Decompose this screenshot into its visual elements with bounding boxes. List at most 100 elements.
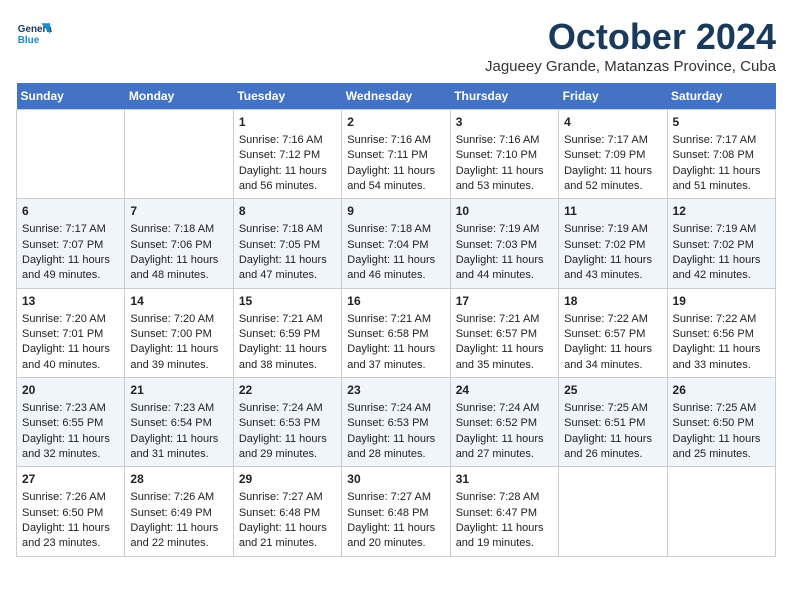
sunset-text: Sunset: 7:03 PM	[456, 238, 553, 253]
daylight-text: Daylight: 11 hours and 32 minutes.	[22, 432, 119, 463]
calendar-cell	[17, 110, 125, 199]
calendar-cell: 9Sunrise: 7:18 AMSunset: 7:04 PMDaylight…	[342, 199, 450, 288]
sunset-text: Sunset: 6:48 PM	[239, 506, 336, 521]
col-header-tuesday: Tuesday	[233, 83, 341, 110]
week-row-3: 13Sunrise: 7:20 AMSunset: 7:01 PMDayligh…	[17, 288, 776, 377]
daylight-text: Daylight: 11 hours and 47 minutes.	[239, 253, 336, 284]
sunrise-text: Sunrise: 7:17 AM	[564, 133, 661, 148]
calendar-cell: 27Sunrise: 7:26 AMSunset: 6:50 PMDayligh…	[17, 467, 125, 556]
sunrise-text: Sunrise: 7:28 AM	[456, 490, 553, 505]
sunrise-text: Sunrise: 7:22 AM	[673, 312, 770, 327]
sunset-text: Sunset: 7:05 PM	[239, 238, 336, 253]
col-header-monday: Monday	[125, 83, 233, 110]
sunset-text: Sunset: 6:51 PM	[564, 416, 661, 431]
calendar-cell: 21Sunrise: 7:23 AMSunset: 6:54 PMDayligh…	[125, 378, 233, 467]
daylight-text: Daylight: 11 hours and 43 minutes.	[564, 253, 661, 284]
daylight-text: Daylight: 11 hours and 38 minutes.	[239, 342, 336, 373]
day-number: 2	[347, 114, 444, 131]
day-number: 29	[239, 471, 336, 488]
daylight-text: Daylight: 11 hours and 19 minutes.	[456, 521, 553, 552]
month-title: October 2024	[485, 16, 776, 58]
sunset-text: Sunset: 6:48 PM	[347, 506, 444, 521]
day-number: 8	[239, 203, 336, 220]
day-number: 30	[347, 471, 444, 488]
sunset-text: Sunset: 6:50 PM	[22, 506, 119, 521]
daylight-text: Daylight: 11 hours and 25 minutes.	[673, 432, 770, 463]
calendar-cell	[559, 467, 667, 556]
page-header: General Blue October 2024 Jagueey Grande…	[16, 16, 776, 75]
calendar-cell: 16Sunrise: 7:21 AMSunset: 6:58 PMDayligh…	[342, 288, 450, 377]
day-number: 13	[22, 293, 119, 310]
sunrise-text: Sunrise: 7:27 AM	[239, 490, 336, 505]
calendar-cell	[667, 467, 775, 556]
logo: General Blue	[16, 16, 52, 52]
sunset-text: Sunset: 7:01 PM	[22, 327, 119, 342]
calendar-cell: 29 Sunrise: 7:27 AMSunset: 6:48 PMDayligh…	[233, 467, 341, 556]
day-number: 23	[347, 382, 444, 399]
daylight-text: Daylight: 11 hours and 28 minutes.	[347, 432, 444, 463]
day-number: 31	[456, 471, 553, 488]
sunset-text: Sunset: 6:57 PM	[456, 327, 553, 342]
daylight-text: Daylight: 11 hours and 21 minutes.	[239, 521, 336, 552]
sunset-text: Sunset: 6:49 PM	[130, 506, 227, 521]
daylight-text: Daylight: 11 hours and 40 minutes.	[22, 342, 119, 373]
week-row-1: 1Sunrise: 7:16 AMSunset: 7:12 PMDaylight…	[17, 110, 776, 199]
sunset-text: Sunset: 7:04 PM	[347, 238, 444, 253]
calendar-cell: 23Sunrise: 7:24 AMSunset: 6:53 PMDayligh…	[342, 378, 450, 467]
day-number: 19	[673, 293, 770, 310]
sunrise-text: Sunrise: 7:27 AM	[347, 490, 444, 505]
sunrise-text: Sunrise: 7:26 AM	[130, 490, 227, 505]
day-number: 16	[347, 293, 444, 310]
day-number: 17	[456, 293, 553, 310]
calendar-cell: 6Sunrise: 7:17 AMSunset: 7:07 PMDaylight…	[17, 199, 125, 288]
calendar-cell: 10Sunrise: 7:19 AMSunset: 7:03 PMDayligh…	[450, 199, 558, 288]
daylight-text: Daylight: 11 hours and 42 minutes.	[673, 253, 770, 284]
day-number: 12	[673, 203, 770, 220]
calendar-cell: 14Sunrise: 7:20 AMSunset: 7:00 PMDayligh…	[125, 288, 233, 377]
calendar-cell: 3Sunrise: 7:16 AMSunset: 7:10 PMDaylight…	[450, 110, 558, 199]
sunset-text: Sunset: 7:10 PM	[456, 148, 553, 163]
calendar-cell: 7Sunrise: 7:18 AMSunset: 7:06 PMDaylight…	[125, 199, 233, 288]
daylight-text: Daylight: 11 hours and 53 minutes.	[456, 164, 553, 195]
sunrise-text: Sunrise: 7:20 AM	[22, 312, 119, 327]
daylight-text: Daylight: 11 hours and 31 minutes.	[130, 432, 227, 463]
sunrise-text: Sunrise: 7:19 AM	[564, 222, 661, 237]
col-header-wednesday: Wednesday	[342, 83, 450, 110]
sunset-text: Sunset: 6:55 PM	[22, 416, 119, 431]
day-number: 3	[456, 114, 553, 131]
calendar-cell: 1Sunrise: 7:16 AMSunset: 7:12 PMDaylight…	[233, 110, 341, 199]
calendar-cell: 12Sunrise: 7:19 AMSunset: 7:02 PMDayligh…	[667, 199, 775, 288]
daylight-text: Daylight: 11 hours and 34 minutes.	[564, 342, 661, 373]
calendar-cell: 13 Sunrise: 7:20 AMSunset: 7:01 PMDayligh…	[17, 288, 125, 377]
day-number: 11	[564, 203, 661, 220]
logo-icon: General Blue	[16, 16, 52, 52]
daylight-text: Daylight: 11 hours and 37 minutes.	[347, 342, 444, 373]
day-number: 22	[239, 382, 336, 399]
calendar-cell	[125, 110, 233, 199]
title-block: October 2024 Jagueey Grande, Matanzas Pr…	[485, 16, 776, 75]
calendar-cell: 22Sunrise: 7:24 AMSunset: 6:53 PMDayligh…	[233, 378, 341, 467]
daylight-text: Daylight: 11 hours and 54 minutes.	[347, 164, 444, 195]
day-number: 21	[130, 382, 227, 399]
sunrise-text: Sunrise: 7:21 AM	[239, 312, 336, 327]
sunrise-text: Sunrise: 7:20 AM	[130, 312, 227, 327]
calendar-cell: 28Sunrise: 7:26 AMSunset: 6:49 PMDayligh…	[125, 467, 233, 556]
calendar-cell: 26Sunrise: 7:25 AMSunset: 6:50 PMDayligh…	[667, 378, 775, 467]
calendar-cell: 30 Sunrise: 7:27 AMSunset: 6:48 PMDayligh…	[342, 467, 450, 556]
daylight-text: Daylight: 11 hours and 46 minutes.	[347, 253, 444, 284]
day-number: 6	[22, 203, 119, 220]
daylight-text: Daylight: 11 hours and 20 minutes.	[347, 521, 444, 552]
day-number: 5	[673, 114, 770, 131]
calendar-cell: 5Sunrise: 7:17 AMSunset: 7:08 PMDaylight…	[667, 110, 775, 199]
daylight-text: Daylight: 11 hours and 27 minutes.	[456, 432, 553, 463]
day-number: 1	[239, 114, 336, 131]
sunset-text: Sunset: 6:58 PM	[347, 327, 444, 342]
calendar-table: SundayMondayTuesdayWednesdayThursdayFrid…	[16, 83, 776, 557]
sunrise-text: Sunrise: 7:18 AM	[347, 222, 444, 237]
daylight-text: Daylight: 11 hours and 44 minutes.	[456, 253, 553, 284]
sunrise-text: Sunrise: 7:21 AM	[456, 312, 553, 327]
col-header-saturday: Saturday	[667, 83, 775, 110]
daylight-text: Daylight: 11 hours and 39 minutes.	[130, 342, 227, 373]
sunset-text: Sunset: 6:50 PM	[673, 416, 770, 431]
location: Jagueey Grande, Matanzas Province, Cuba	[485, 58, 776, 75]
